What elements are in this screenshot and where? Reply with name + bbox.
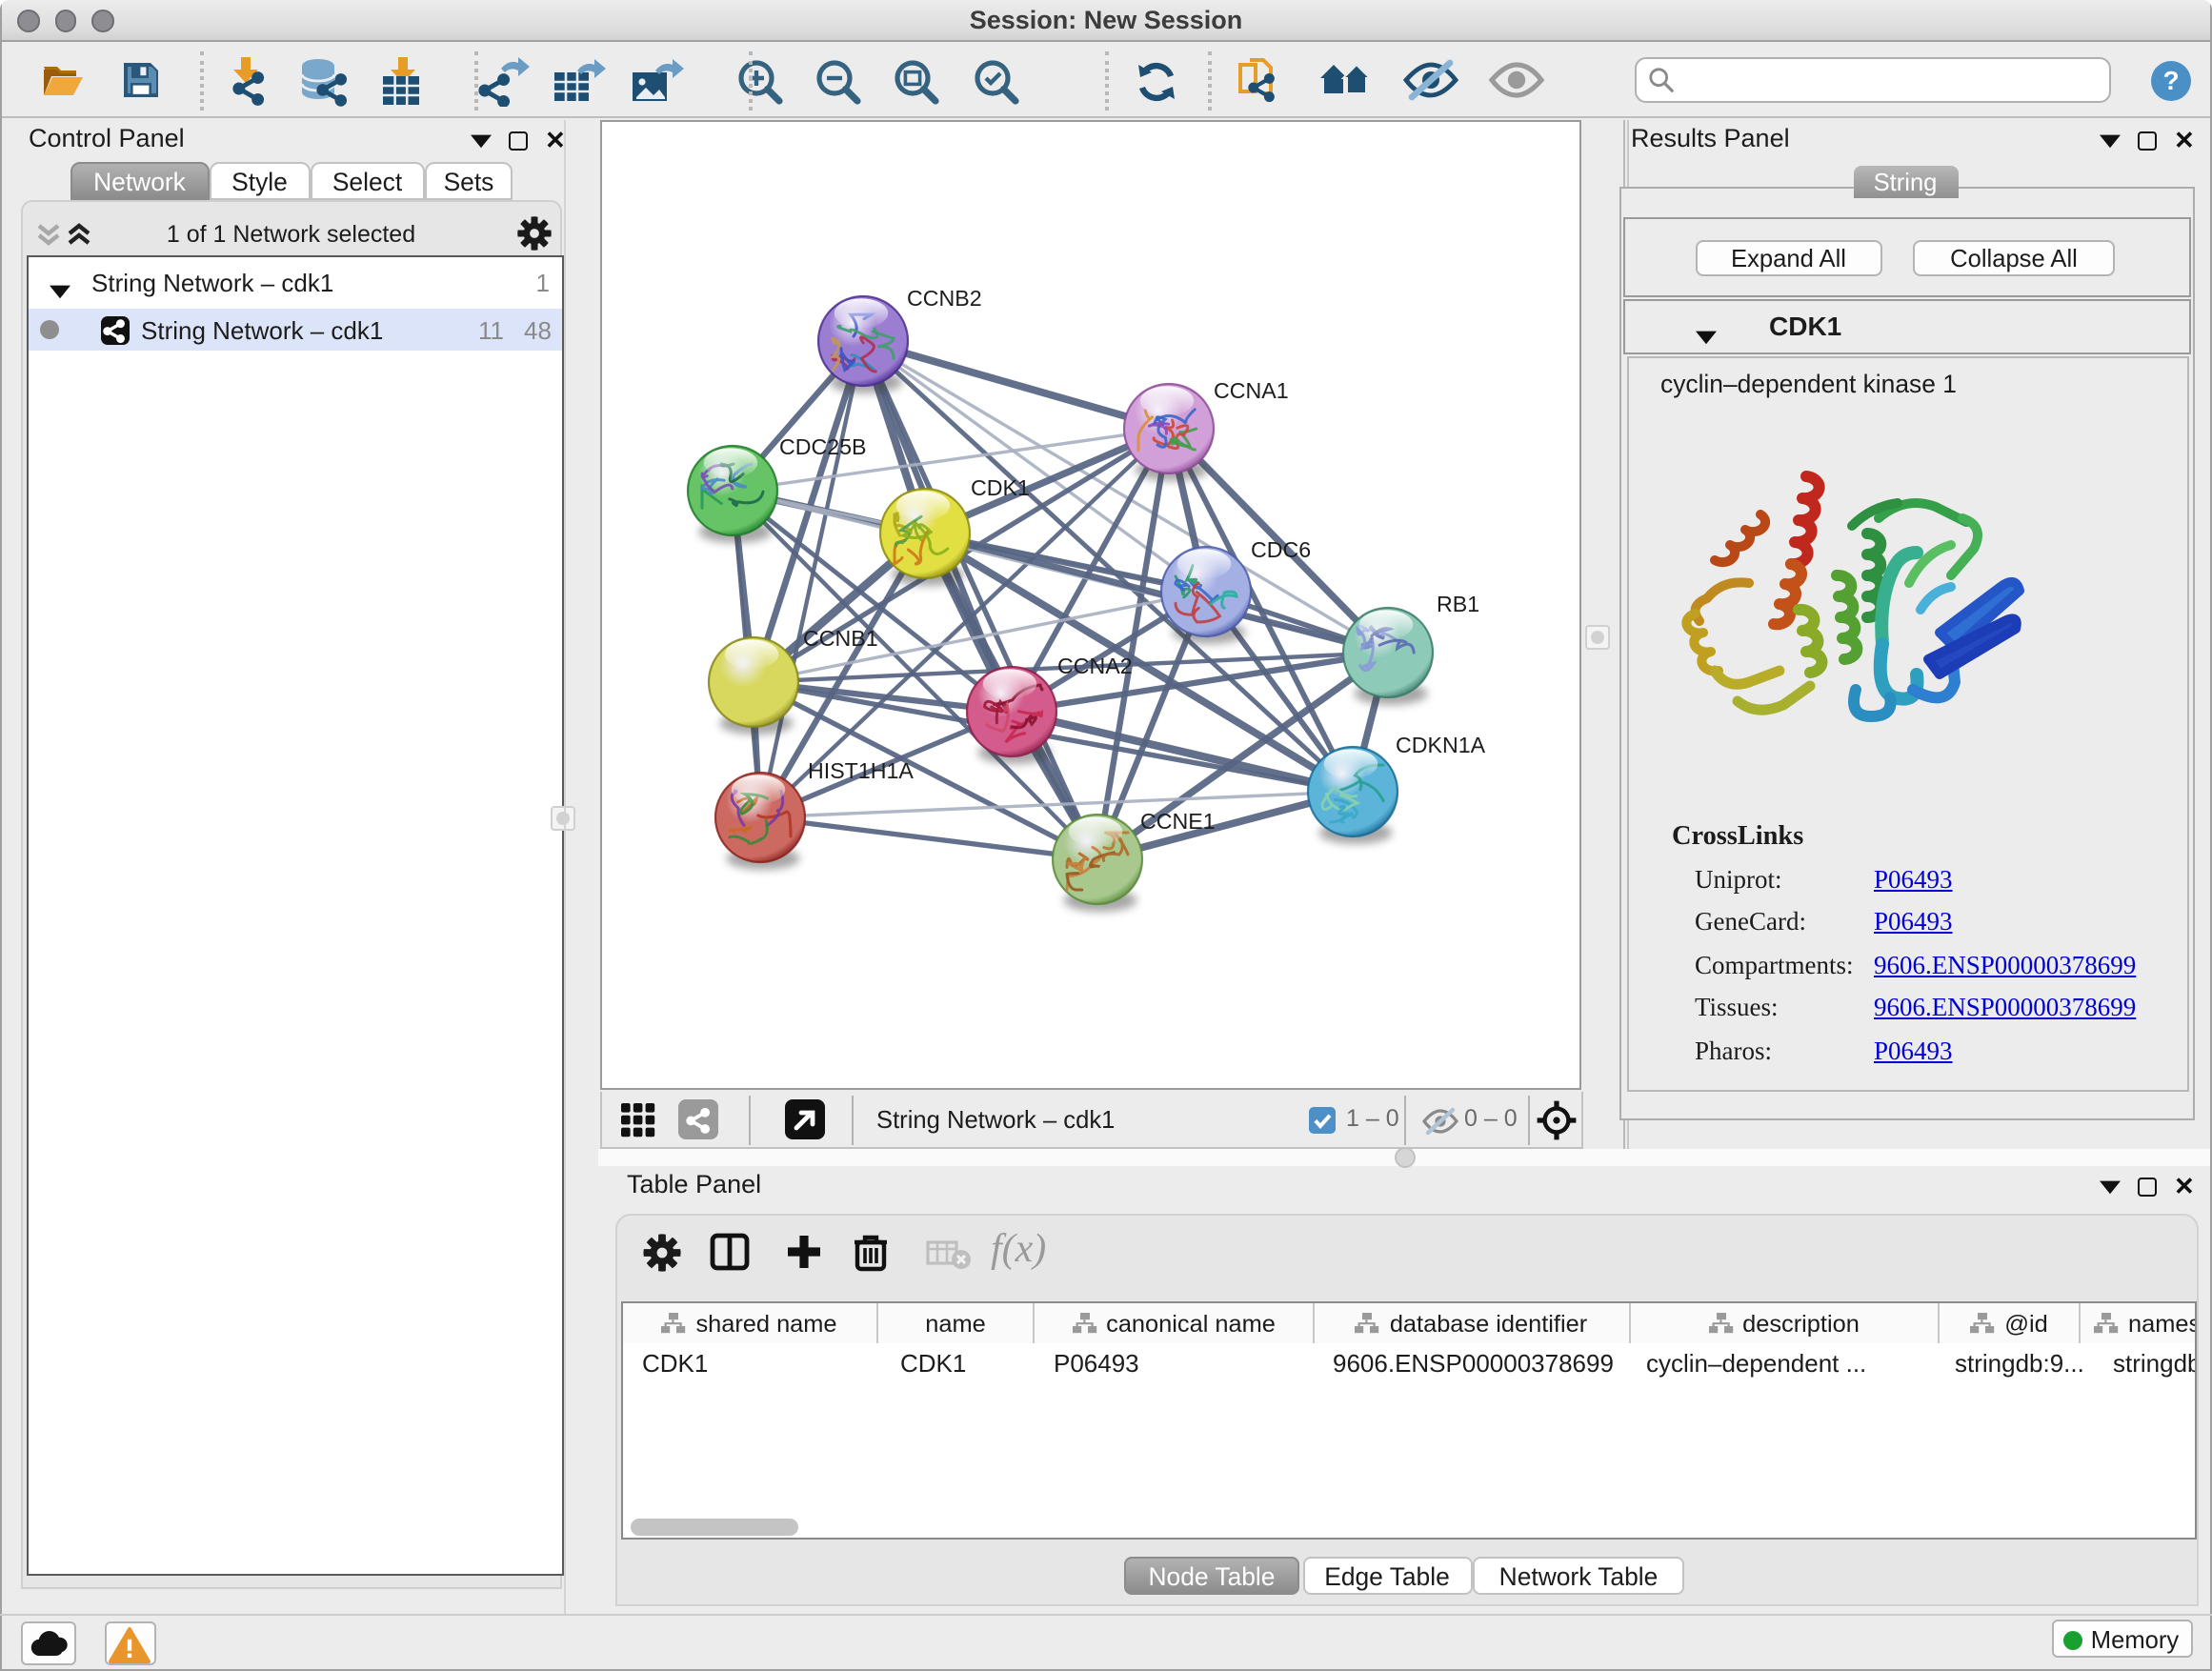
svg-text:HIST1H1A: HIST1H1A: [807, 757, 913, 782]
svg-text:CCNE1: CCNE1: [1139, 808, 1215, 833]
svg-text:CDC6: CDC6: [1250, 536, 1310, 561]
svg-text:CCNA2: CCNA2: [1056, 653, 1132, 677]
svg-text:CDK1: CDK1: [970, 474, 1029, 499]
svg-text:CDKN1A: CDKN1A: [1395, 732, 1485, 756]
svg-text:CDC25B: CDC25B: [778, 433, 866, 458]
svg-text:CCNA1: CCNA1: [1213, 377, 1288, 402]
svg-text:CCNB2: CCNB2: [906, 285, 981, 310]
svg-text:RB1: RB1: [1436, 591, 1478, 615]
svg-text:CCNB1: CCNB1: [802, 625, 877, 650]
